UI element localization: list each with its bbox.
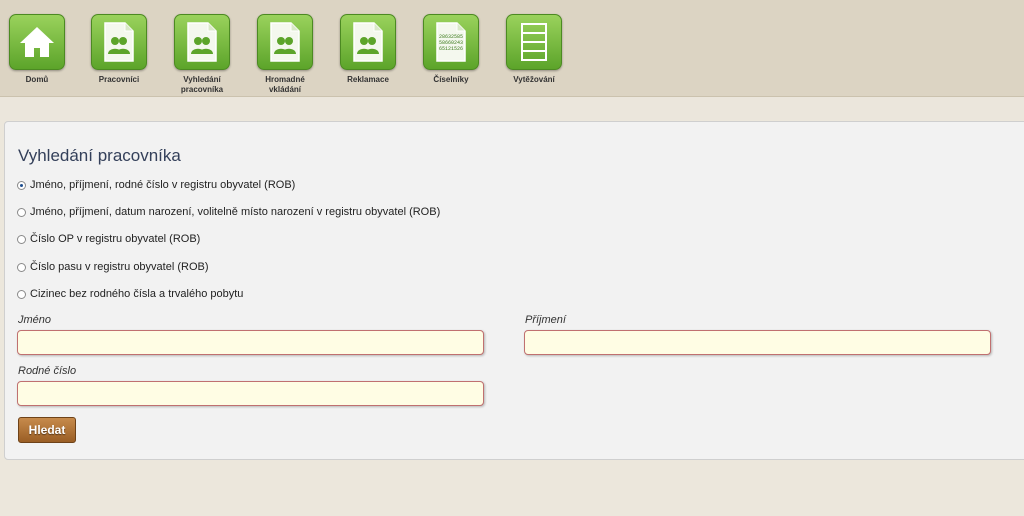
search-option-label: Číslo pasu v registru obyvatel (ROB) [30,261,209,273]
nav-label-complaints: Reklamace [347,75,389,84]
complaints-tile [340,14,396,70]
nav-item-extraction[interactable]: Vytěžování [497,14,571,85]
people-document-icon [270,22,300,62]
radio-button[interactable] [17,207,26,217]
nav-label-codebooks: Číselníky [433,75,469,84]
codebook-icon-line-3: 65121526 [439,46,463,52]
content-background-strip [0,97,1024,120]
people-document-icon [187,22,217,62]
top-navigation: Domů Pracovníci Vyhledání pracovníka Hro… [0,0,1024,97]
birth-number-label: Rodné číslo [18,365,77,377]
nav-label-home: Domů [25,75,49,84]
people-document-icon [353,22,383,62]
nav-item-complaints[interactable]: Reklamace [331,14,405,85]
codebooks-tile: 28632585 58660243 65121526 [423,14,479,70]
nav-label-workers: Pracovníci [98,75,140,84]
search-option-id-card[interactable]: Číslo OP v registru obyvatel (ROB) [17,233,200,245]
nav-label-search-worker: Vyhledání pracovníka [180,75,224,94]
codebook-document-icon: 28632585 58660243 65121526 [436,22,466,62]
search-button[interactable]: Hledat [18,417,76,443]
last-name-field[interactable] [524,330,991,355]
search-option-foreigner[interactable]: Cizinec bez rodného čísla a trvalého pob… [17,288,243,300]
radio-button[interactable] [17,289,26,299]
radio-button[interactable] [17,234,26,244]
radio-button[interactable] [17,180,26,190]
nav-item-search-worker[interactable]: Vyhledání pracovníka [165,14,239,95]
radio-button[interactable] [17,262,26,272]
search-option-passport[interactable]: Číslo pasu v registru obyvatel (ROB) [17,261,209,273]
search-option-label: Jméno, příjmení, datum narození, volitel… [30,206,441,218]
nav-item-bulk-insert[interactable]: Hromadné vkládání [248,14,322,95]
first-name-field[interactable] [17,330,484,355]
nav-item-codebooks[interactable]: 28632585 58660243 65121526 Číselníky [414,14,488,85]
list-icon [521,23,547,61]
nav-item-home[interactable]: Domů [0,14,74,85]
search-option-label: Jméno, příjmení, rodné číslo v registru … [30,179,296,191]
people-document-icon [104,22,134,62]
home-tile [9,14,65,70]
bulk-insert-tile [257,14,313,70]
extraction-tile [506,14,562,70]
birth-number-field[interactable] [17,381,484,406]
last-name-label: Příjmení [525,314,566,326]
nav-label-bulk-insert: Hromadné vkládání [265,75,305,94]
page-title: Vyhledání pracovníka [18,146,181,165]
search-option-name-birth-number[interactable]: Jméno, příjmení, rodné číslo v registru … [17,179,295,191]
search-option-label: Cizinec bez rodného čísla a trvalého pob… [30,288,244,300]
home-icon [20,27,54,57]
search-option-name-birth-date[interactable]: Jméno, příjmení, datum narození, volitel… [17,206,440,218]
workers-tile [91,14,147,70]
search-worker-panel: Vyhledání pracovníka Jméno, příjmení, ro… [4,121,1024,460]
nav-item-workers[interactable]: Pracovníci [82,14,156,85]
search-worker-tile [174,14,230,70]
nav-label-extraction: Vytěžování [513,75,555,84]
search-option-label: Číslo OP v registru obyvatel (ROB) [30,233,201,245]
first-name-label: Jméno [18,314,52,326]
